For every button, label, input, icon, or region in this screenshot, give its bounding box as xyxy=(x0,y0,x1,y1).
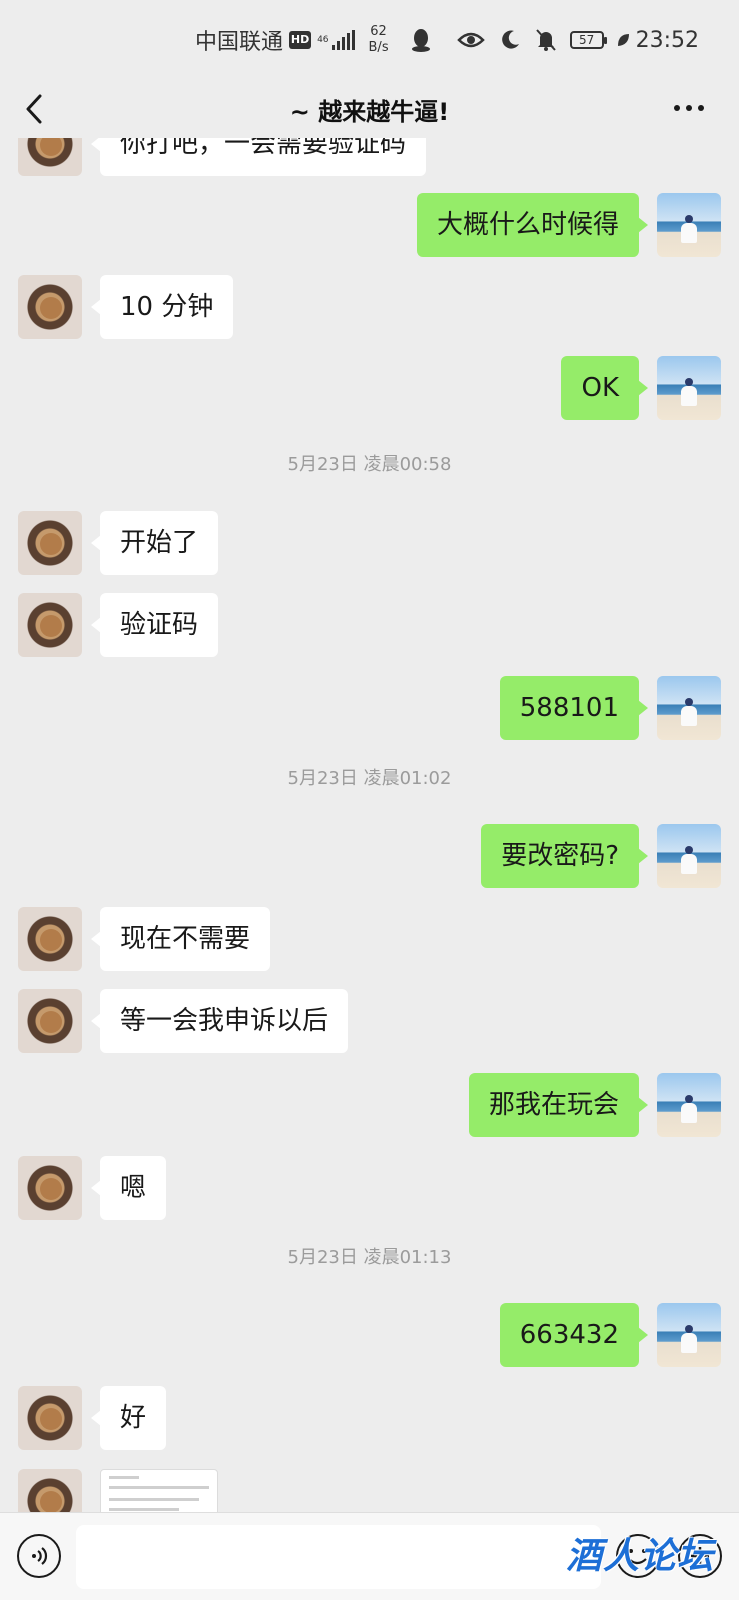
bell-mute-icon xyxy=(535,28,557,52)
message-bubble[interactable]: 663432 xyxy=(499,1303,649,1367)
self-avatar[interactable] xyxy=(657,676,721,740)
image-message-thumbnail[interactable] xyxy=(100,1469,218,1512)
voice-button[interactable] xyxy=(17,1534,61,1578)
contact-avatar[interactable] xyxy=(18,138,82,176)
battery-icon: 57 xyxy=(569,31,607,49)
status-bar: 中国联通 HD 46 62 B/s 57 23:52 xyxy=(0,0,739,80)
message-bubble[interactable]: 现在不需要 xyxy=(90,907,271,971)
message-timestamp: 5月23日 凌晨00:58 xyxy=(287,454,452,475)
message-row xyxy=(0,1469,739,1512)
network-speed: 62 B/s xyxy=(369,24,389,56)
message-bubble[interactable]: 开始了 xyxy=(90,511,219,575)
message-row: 验证码 xyxy=(0,593,739,657)
message-bubble[interactable]: 等一会我申诉以后 xyxy=(90,989,349,1053)
eye-icon xyxy=(456,30,485,50)
message-row: 10 分钟 xyxy=(0,275,739,339)
message-row: 663432 xyxy=(0,1303,739,1367)
message-row: 等一会我申诉以后 xyxy=(0,989,739,1053)
message-row: OK xyxy=(0,356,739,420)
contact-avatar[interactable] xyxy=(18,593,82,657)
contact-avatar[interactable] xyxy=(18,275,82,339)
chevron-left-icon xyxy=(26,94,42,124)
message-bubble[interactable]: 10 分钟 xyxy=(90,275,234,339)
signal-icon xyxy=(331,30,355,50)
moon-icon xyxy=(499,29,521,51)
message-bubble[interactable]: 大概什么时候得 xyxy=(416,193,649,257)
contact-avatar[interactable] xyxy=(18,989,82,1053)
clock: 23:52 xyxy=(635,27,699,53)
message-row: 要改密码? xyxy=(0,824,739,888)
message-bubble[interactable]: 那我在玩会 xyxy=(468,1073,649,1137)
message-row: 588101 xyxy=(0,676,739,740)
message-bubble[interactable]: 嗯 xyxy=(90,1156,167,1220)
battery-level: 57 xyxy=(578,33,595,47)
more-button[interactable] xyxy=(669,96,709,120)
contact-avatar[interactable] xyxy=(18,511,82,575)
ellipsis-icon xyxy=(674,105,704,111)
chat-header: ~ 越来越牛逼! xyxy=(0,80,739,138)
carrier-name: 中国联通 xyxy=(195,30,284,55)
self-avatar[interactable] xyxy=(657,1073,721,1137)
message-input[interactable] xyxy=(76,1525,601,1589)
message-bubble[interactable]: OK xyxy=(561,356,648,420)
network-type: 46 xyxy=(317,35,329,45)
network-speed-value: 62 xyxy=(370,24,387,39)
contact-avatar[interactable] xyxy=(18,1386,82,1450)
voice-icon xyxy=(32,1547,48,1565)
message-row: 你打吧，一会需要验证码 xyxy=(0,138,739,176)
message-timestamp: 5月23日 凌晨01:02 xyxy=(287,768,452,789)
contact-avatar[interactable] xyxy=(18,1469,82,1512)
self-avatar[interactable] xyxy=(657,193,721,257)
message-bubble[interactable]: 验证码 xyxy=(90,593,219,657)
chat-title: ~ 越来越牛逼! xyxy=(289,97,450,126)
network-speed-unit: B/s xyxy=(368,40,389,55)
self-avatar[interactable] xyxy=(657,824,721,888)
message-row: 开始了 xyxy=(0,511,739,575)
message-bubble[interactable]: 588101 xyxy=(499,676,649,740)
hd-badge: HD xyxy=(289,31,312,49)
back-button[interactable] xyxy=(20,92,50,126)
message-bubble[interactable]: 你打吧，一会需要验证码 xyxy=(90,138,427,176)
message-row: 那我在玩会 xyxy=(0,1073,739,1137)
message-bubble[interactable]: 好 xyxy=(90,1386,167,1450)
watermark-logo: 酒人论坛 xyxy=(566,1536,715,1577)
message-row: 嗯 xyxy=(0,1156,739,1220)
message-list[interactable]: 你打吧，一会需要验证码 大概什么时候得 10 分钟 OK 5月23日 凌晨00:… xyxy=(0,138,739,1512)
self-avatar[interactable] xyxy=(657,1303,721,1367)
message-bubble[interactable]: 要改密码? xyxy=(481,824,648,888)
leaf-icon xyxy=(616,32,630,48)
contact-avatar[interactable] xyxy=(18,907,82,971)
self-avatar[interactable] xyxy=(657,356,721,420)
message-timestamp: 5月23日 凌晨01:13 xyxy=(287,1247,452,1268)
message-row: 大概什么时候得 xyxy=(0,193,739,257)
qq-icon xyxy=(410,28,432,52)
message-row: 现在不需要 xyxy=(0,907,739,971)
message-row: 好 xyxy=(0,1386,739,1450)
contact-avatar[interactable] xyxy=(18,1156,82,1220)
